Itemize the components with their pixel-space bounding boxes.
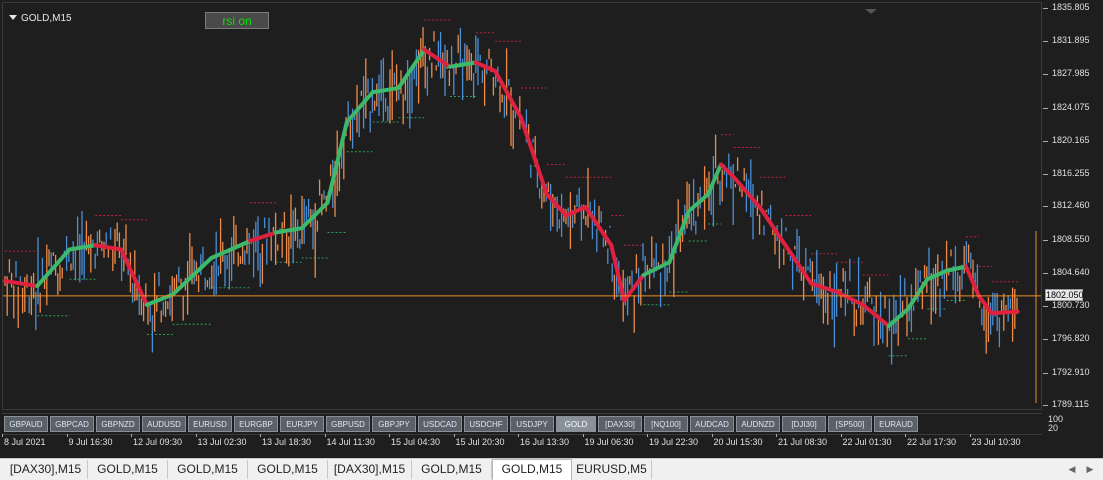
ma-segment <box>493 69 523 120</box>
chart-tab[interactable]: GOLD,M15 <box>412 460 492 479</box>
time-tick: 13 Jul 02:30 <box>195 434 247 447</box>
price-tick: 1835.805 <box>1043 1 1090 12</box>
chart-tab[interactable]: GOLD,M15 <box>168 460 248 479</box>
price-tick: 1808.550 <box>1043 233 1090 244</box>
chart-tab-bar: ◀ ▶ [DAX30],M15 GOLD,M15 GOLD,M15 GOLD,M15[… <box>0 458 1103 480</box>
chart-tab[interactable]: [DAX30],M15 <box>328 460 412 479</box>
price-tick: 1827.985 <box>1043 68 1090 79</box>
chart-tab[interactable]: GOLD,M15 <box>492 459 572 480</box>
symbol-button-nq100[interactable]: [NQ100] <box>644 416 688 432</box>
symbol-button-eurgbp[interactable]: EURGBP <box>234 416 278 432</box>
time-tick: 8 Jul 2021 <box>2 434 46 447</box>
time-tick: 19 Jul 06:30 <box>582 434 634 447</box>
price-tick: 1789.115 <box>1043 398 1089 409</box>
symbol-button-audnzd[interactable]: AUDNZD <box>736 416 780 432</box>
ma-segment <box>3 278 40 289</box>
price-tick: 1820.165 <box>1043 134 1090 145</box>
symbol-button-euraud[interactable]: EURAUD <box>874 416 918 432</box>
ma-segment <box>667 209 691 265</box>
symbol-switcher-bar: GBPAUD GBPCAD GBPNZD AUDUSD EURUSD EURGBP EURJ… <box>2 413 1042 435</box>
symbol-button-usdjpy[interactable]: USDJPY <box>510 416 554 432</box>
chart-menu-icon[interactable] <box>9 15 17 20</box>
price-chart-svg <box>3 19 1041 403</box>
price-tick: 1800.730 <box>1043 300 1090 311</box>
chart-tab[interactable]: GOLD,M15 <box>88 460 168 479</box>
time-tick: 21 Jul 08:30 <box>775 434 828 447</box>
price-tick: 1831.895 <box>1043 35 1090 46</box>
time-tick: 19 Jul 22:30 <box>646 434 699 447</box>
symbol-button-gbpcad[interactable]: GBPCAD <box>50 416 94 432</box>
symbol-button-eurusd[interactable]: EURUSD <box>188 416 232 432</box>
symbol-button-sp500[interactable]: [SP500] <box>828 416 872 432</box>
chart-title[interactable]: GOLD,M15 <box>9 13 72 24</box>
tab-scroll-left-icon[interactable]: ◀ <box>1065 462 1079 476</box>
time-tick: 14 Jul 11:30 <box>324 434 375 447</box>
time-tick: 13 Jul 18:30 <box>259 434 312 447</box>
symbol-button-gbpusd[interactable]: GBPUSD <box>326 416 370 432</box>
chart-tab[interactable]: [DAX30],M15 <box>4 460 88 479</box>
indicator-scale-bottom: 20 <box>1048 423 1059 433</box>
symbol-button-audusd[interactable]: AUDUSD <box>142 416 186 432</box>
ma-segment <box>609 243 627 303</box>
price-tick: 1812.460 <box>1043 200 1090 211</box>
ma-segment <box>93 243 124 252</box>
time-tick: 22 Jul 01:30 <box>840 434 892 447</box>
symbol-button-eurjpy[interactable]: EURJPY <box>280 416 324 432</box>
ma-segment <box>783 243 814 286</box>
time-tick: 15 Jul 04:30 <box>388 434 441 447</box>
time-tick: 15 Jul 20:30 <box>453 434 505 447</box>
price-tick: 1824.075 <box>1043 101 1090 112</box>
current-price-label: 1802.050 <box>1045 288 1084 301</box>
symbol-button-audcad[interactable]: AUDCAD <box>690 416 734 432</box>
ma-segment <box>718 162 736 180</box>
time-tick: 22 Jul 17:30 <box>904 434 957 447</box>
ma-segment <box>564 205 588 218</box>
ma-segment <box>976 294 994 316</box>
price-tick: 1816.255 <box>1043 168 1090 179</box>
ma-segment <box>706 162 723 197</box>
time-tick: 23 Jul 10:30 <box>969 434 1021 447</box>
symbol-button-usdchf[interactable]: USDCHF <box>464 416 508 432</box>
price-axis[interactable]: 1835.805 1831.895 1827.985 1824.075 1820.165… <box>1042 2 1103 418</box>
ma-segment <box>473 60 498 73</box>
price-chart[interactable]: GOLD,M15 rsi on <box>2 2 1042 410</box>
symbol-button-dax30[interactable]: [DAX30] <box>598 416 642 432</box>
chart-title-label: GOLD,M15 <box>21 13 72 24</box>
time-tick: 20 Jul 15:30 <box>711 434 763 447</box>
tab-scroll-right-icon[interactable]: ▶ <box>1083 462 1097 476</box>
ma-segment <box>519 115 549 197</box>
symbol-button-gbpaud[interactable]: GBPAUD <box>4 416 48 432</box>
ma-segment <box>119 247 149 307</box>
ma-segment <box>422 47 453 69</box>
symbol-button-usdcad[interactable]: USDCAD <box>418 416 462 432</box>
chart-window[interactable]: GOLD,M15 rsi on 1835.805 1831.895 1827.985… <box>0 0 1103 458</box>
symbol-button-gbpnzd[interactable]: GBPNZD <box>96 416 140 432</box>
indicator-scale: 100 20 <box>1048 415 1063 433</box>
symbol-button-gbpjpy[interactable]: GBPJPY <box>372 416 416 432</box>
chart-shift-marker-icon[interactable] <box>865 9 877 14</box>
chart-tab[interactable]: GOLD,M15 <box>248 460 328 479</box>
price-tick: 1792.910 <box>1043 366 1090 377</box>
chart-tab[interactable]: EURUSD,M5 <box>572 460 652 479</box>
time-tick: 16 Jul 13:30 <box>517 434 570 447</box>
symbol-button-gold[interactable]: GOLD <box>556 416 596 432</box>
ma-segment <box>989 309 1020 316</box>
time-tick: 12 Jul 09:30 <box>130 434 183 447</box>
rsi-toggle-button[interactable]: rsi on <box>205 12 269 29</box>
symbol-button-dji30[interactable]: [DJI30] <box>782 416 826 432</box>
time-tick: 9 Jul 16:30 <box>66 434 113 447</box>
price-tick: 1804.640 <box>1043 266 1090 277</box>
price-tick: 1796.820 <box>1043 333 1090 344</box>
ma-segment <box>544 192 569 218</box>
time-axis[interactable]: 8 Jul 2021 9 Jul 16:30 12 Jul 09:30 13 Jul … <box>2 434 1042 452</box>
ma-segment <box>944 264 969 273</box>
